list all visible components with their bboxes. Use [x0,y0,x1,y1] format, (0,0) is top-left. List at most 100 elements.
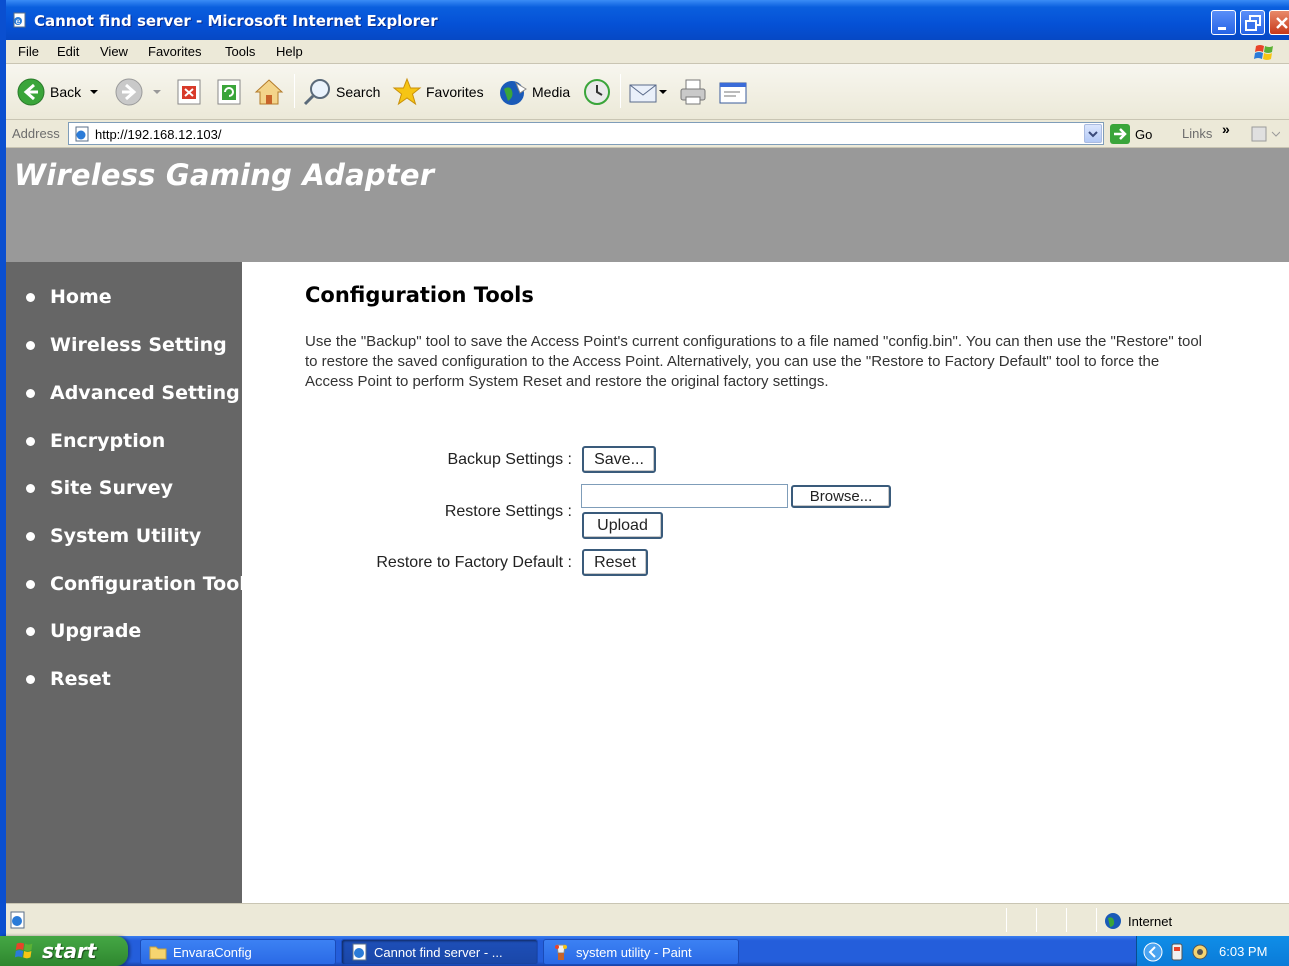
upload-button[interactable]: Upload [582,512,663,539]
stop-button[interactable] [176,74,202,110]
volume-icon[interactable] [1189,942,1211,962]
favorites-star-icon [392,77,422,106]
print-button[interactable] [678,74,708,110]
search-button[interactable]: Search [302,74,380,110]
bullet-icon [26,531,35,541]
ie-page-icon [352,943,367,961]
taskbar-item-envaraconfig[interactable]: EnvaraConfig [140,939,336,965]
favorites-button[interactable]: Favorites [392,74,484,110]
nav-sidebar: Home Wireless Setting Advanced Setting E… [6,262,246,903]
nav-item-system-utility[interactable]: System Utility [26,525,201,547]
menu-view[interactable]: View [100,44,128,59]
mail-button[interactable] [628,74,668,110]
nav-item-label: Wireless Setting [50,334,227,356]
bullet-icon [26,579,35,589]
home-button[interactable] [254,74,284,110]
status-divider [1006,908,1007,932]
status-divider [1066,908,1067,932]
windows-flag-icon [1254,45,1273,60]
folder-icon [149,946,167,960]
network-icon[interactable] [1169,942,1185,962]
stop-icon [177,79,201,105]
taskbar-item-paint[interactable]: system utility - Paint [543,939,739,965]
links-chevron[interactable]: » [1222,121,1230,137]
refresh-button[interactable] [216,74,242,110]
start-button[interactable]: start [0,936,128,966]
restore-icon [1245,15,1261,31]
svg-text:e: e [16,17,21,26]
address-input[interactable]: http://192.168.12.103/ [68,122,1104,145]
media-globe-icon [500,81,527,105]
links-label[interactable]: Links [1182,126,1212,141]
minimize-button[interactable] [1211,10,1236,35]
status-bar: Internet [6,903,1289,936]
refresh-icon [217,79,241,105]
media-button[interactable]: Media [498,74,570,110]
bullet-icon [26,292,35,302]
nav-item-label: Home [50,286,112,308]
printer-icon [680,79,706,105]
window-titlebar[interactable]: e Cannot find server - Microsoft Interne… [0,0,1289,40]
address-url: http://192.168.12.103/ [95,127,222,142]
chevron-down-icon [153,90,161,94]
internet-globe-icon [1105,913,1121,929]
ie-page-icon [75,126,89,142]
page-title: Configuration Tools [305,283,534,307]
history-button[interactable] [582,74,612,110]
address-dropdown-button[interactable] [1084,124,1102,143]
save-button[interactable]: Save... [582,446,656,473]
nav-item-upgrade[interactable]: Upgrade [26,620,141,642]
security-zone: Internet [1104,912,1172,930]
nav-item-configuration-tool[interactable]: Configuration Tool [26,573,246,595]
edit-button[interactable] [718,74,748,110]
menu-file[interactable]: File [18,44,39,59]
chevron-down-icon [659,90,667,94]
status-divider [1096,908,1097,932]
browse-button[interactable]: Browse... [791,485,891,508]
chevron-down-icon [1088,131,1098,138]
site-title: Wireless Gaming Adapter [14,158,435,192]
restore-button[interactable] [1240,10,1265,35]
windows-flag-icon [14,942,33,959]
menu-edit[interactable]: Edit [57,44,79,59]
nav-item-label: Upgrade [50,620,142,642]
nav-item-reset[interactable]: Reset [26,668,111,690]
nav-item-label: Site Survey [50,477,174,499]
history-icon [584,79,610,105]
nav-item-encryption[interactable]: Encryption [26,430,165,452]
system-tray: 6:03 PM [1136,936,1289,966]
bullet-icon [26,674,35,684]
nav-item-label: System Utility [50,525,202,547]
nav-item-site-survey[interactable]: Site Survey [26,477,173,499]
menu-help[interactable]: Help [276,44,303,59]
reset-button[interactable]: Reset [582,549,648,576]
bullet-icon [26,483,35,493]
go-button[interactable]: Go [1109,123,1152,145]
menu-bar: File Edit View Favorites Tools Help [6,40,1289,64]
go-arrow-icon [1110,124,1130,144]
ie-page-icon: e [13,12,26,28]
backup-settings-label: Backup Settings : [447,451,572,468]
menu-tools[interactable]: Tools [225,44,255,59]
nav-item-home[interactable]: Home [26,286,112,308]
toolbar-extension-icon[interactable] [1250,124,1280,144]
bullet-icon [26,388,35,398]
nav-item-wireless-setting[interactable]: Wireless Setting [26,334,227,356]
paint-icon [555,944,567,960]
taskbar-item-ie[interactable]: Cannot find server - ... [341,939,538,965]
nav-item-advanced-setting[interactable]: Advanced Setting [26,382,240,404]
nav-item-label: Configuration Tool [50,573,246,595]
bullet-icon [26,340,35,350]
clock: 6:03 PM [1219,944,1268,959]
toolbar: Back Search Favorites Media [6,64,1289,120]
back-button[interactable]: Back [16,74,101,110]
address-label: Address [12,126,60,141]
restore-file-input[interactable] [581,484,788,508]
address-bar: Address http://192.168.12.103/ Go Links … [6,120,1289,148]
tray-collapse-icon[interactable] [1143,942,1163,962]
forward-button[interactable] [114,74,164,110]
toolbar-separator [620,74,621,108]
menu-favorites[interactable]: Favorites [148,44,201,59]
nav-item-label: Encryption [50,430,166,452]
close-button[interactable] [1269,10,1289,35]
